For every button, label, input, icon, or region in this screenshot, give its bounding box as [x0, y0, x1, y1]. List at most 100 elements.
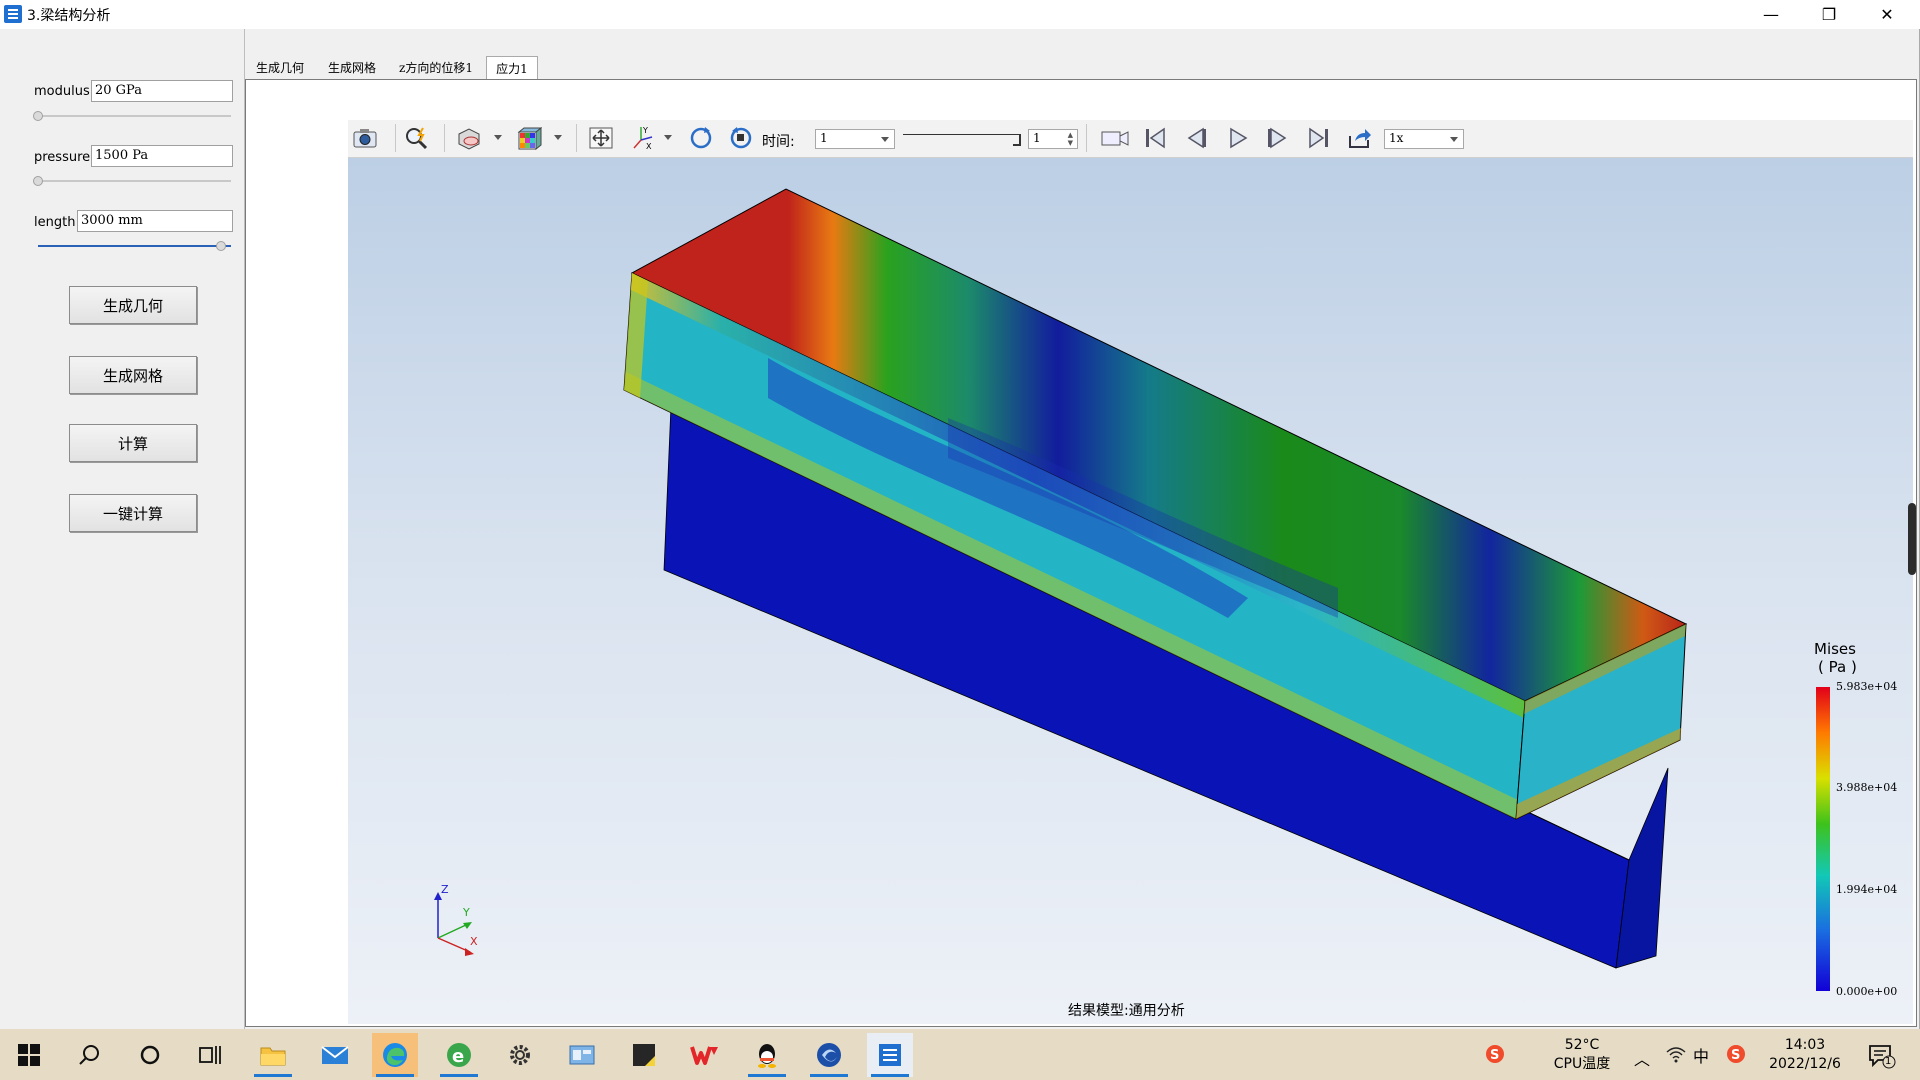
- search-icon[interactable]: [66, 1033, 112, 1077]
- compute-button[interactable]: 计算: [69, 424, 197, 462]
- legend-tick: 3.988e+04: [1836, 781, 1898, 794]
- edge-icon[interactable]: [372, 1033, 418, 1077]
- legend-colorbar: [1816, 687, 1830, 991]
- pressure-label: pressure: [34, 150, 91, 165]
- speed-select-value: 1x: [1389, 131, 1404, 145]
- fit-view-icon[interactable]: [588, 125, 614, 151]
- modulus-field[interactable]: 20 GPa: [91, 80, 233, 102]
- toolbar-separator: [1086, 124, 1087, 152]
- previous-frame-icon[interactable]: [1183, 125, 1209, 151]
- time-slider-handle[interactable]: [1013, 134, 1021, 146]
- beam-model[interactable]: [348, 158, 1913, 1024]
- y-axis-label: Y: [463, 906, 470, 919]
- cortana-icon[interactable]: [127, 1033, 173, 1077]
- generate-mesh-button[interactable]: 生成网格: [69, 356, 197, 394]
- length-slider[interactable]: [38, 245, 231, 247]
- pressure-field[interactable]: 1500 Pa: [91, 145, 233, 167]
- frame-spinbox[interactable]: 1 ▲ ▼: [1028, 129, 1078, 149]
- tab-mesh[interactable]: 生成网格: [324, 56, 380, 78]
- one-click-compute-button[interactable]: 一键计算: [69, 494, 197, 532]
- parameter-panel: modulus 20 GPa pressure 1500 Pa length 3…: [0, 29, 245, 1029]
- modulus-slider-thumb[interactable]: [33, 111, 43, 121]
- chevron-down-icon[interactable]: [494, 135, 502, 140]
- close-button[interactable]: ✕: [1864, 0, 1910, 29]
- generate-geometry-button[interactable]: 生成几何: [69, 286, 197, 324]
- title-bar: 3.梁结构分析 — ❐ ✕: [0, 0, 1920, 30]
- axis-view-icon[interactable]: YX: [630, 125, 656, 151]
- first-frame-icon[interactable]: [1142, 125, 1168, 151]
- color-cube-icon[interactable]: [516, 125, 542, 151]
- rotate-ccw-icon[interactable]: [728, 125, 754, 151]
- toolbar-separator: [395, 124, 396, 152]
- camera-icon[interactable]: [352, 125, 378, 151]
- control-panel-icon[interactable]: [559, 1033, 605, 1077]
- legend-tick: 0.000e+00: [1836, 985, 1898, 998]
- pressure-slider-thumb[interactable]: [33, 176, 43, 186]
- export-icon[interactable]: [1347, 125, 1373, 151]
- ime-indicator[interactable]: 中: [1693, 1043, 1709, 1067]
- chevron-down-icon: [1450, 137, 1458, 142]
- rotate-cw-icon[interactable]: [688, 125, 714, 151]
- pressure-slider[interactable]: [38, 180, 231, 182]
- svg-text:S: S: [1490, 1048, 1499, 1063]
- swirl-app-icon[interactable]: [806, 1033, 852, 1077]
- tab-z-displacement[interactable]: z方向的位移1: [398, 56, 474, 78]
- legend-tick: 1.994e+04: [1836, 883, 1898, 896]
- view-toolbar: [348, 120, 1913, 158]
- speed-select[interactable]: 1x: [1384, 129, 1464, 149]
- beam-analysis-app-icon[interactable]: [867, 1033, 913, 1077]
- chevron-up-icon[interactable]: ︿: [1634, 1046, 1650, 1070]
- sticky-notes-icon[interactable]: [621, 1033, 667, 1077]
- scrollbar-thumb[interactable]: [1908, 503, 1916, 575]
- settings-gear-icon[interactable]: [497, 1033, 543, 1077]
- wifi-icon[interactable]: [1665, 1044, 1687, 1068]
- chevron-down-icon: [881, 137, 889, 142]
- app-icon: [4, 5, 22, 23]
- qq-icon[interactable]: [744, 1033, 790, 1077]
- running-indicator: [871, 1074, 909, 1077]
- sogou-icon[interactable]: S: [1484, 1043, 1506, 1069]
- cpu-temp[interactable]: 52°C CPU温度: [1540, 1036, 1624, 1074]
- clock[interactable]: 14:03 2022/12/6: [1760, 1036, 1850, 1074]
- play-icon[interactable]: [1225, 125, 1251, 151]
- time-select-value: 1: [820, 131, 828, 145]
- chevron-down-icon[interactable]: [554, 135, 562, 140]
- legend-unit: ( Pa ): [1818, 658, 1857, 676]
- length-field[interactable]: 3000 mm: [77, 210, 233, 232]
- task-view-icon[interactable]: [187, 1033, 233, 1077]
- cpu-temp-value: 52°C: [1564, 1037, 1600, 1053]
- modulus-label: modulus: [34, 84, 90, 99]
- toolbar-separator: [444, 124, 445, 152]
- legend-title: Mises: [1814, 640, 1856, 658]
- sogou-tray-icon[interactable]: S: [1725, 1043, 1747, 1069]
- tab-geometry[interactable]: 生成几何: [252, 56, 308, 78]
- time-select[interactable]: 1: [815, 129, 895, 149]
- file-explorer-icon[interactable]: [250, 1033, 296, 1077]
- display-mode-icon[interactable]: [456, 125, 482, 151]
- time-label: 时间:: [762, 134, 795, 150]
- svg-text:S: S: [1731, 1048, 1740, 1063]
- time-slider[interactable]: [903, 134, 1021, 135]
- start-button[interactable]: [6, 1033, 52, 1077]
- x-axis-label: X: [470, 935, 478, 948]
- cpu-temp-label: CPU温度: [1553, 1056, 1611, 1072]
- zoom-probe-icon[interactable]: [404, 125, 430, 151]
- browser-e-icon[interactable]: e: [436, 1033, 482, 1077]
- z-axis-label: Z: [441, 883, 449, 896]
- chevron-down-icon[interactable]: [664, 135, 672, 140]
- next-frame-icon[interactable]: [1265, 125, 1291, 151]
- running-indicator: [810, 1074, 848, 1077]
- restore-button[interactable]: ❐: [1806, 0, 1852, 29]
- modulus-slider[interactable]: [38, 115, 231, 117]
- length-slider-thumb[interactable]: [216, 241, 226, 251]
- spin-arrows-icon[interactable]: ▲ ▼: [1068, 131, 1073, 147]
- tab-stress[interactable]: 应力1: [486, 56, 538, 79]
- wps-icon[interactable]: [682, 1033, 728, 1077]
- mail-icon[interactable]: [312, 1033, 358, 1077]
- notification-icon[interactable]: [1868, 1043, 1896, 1073]
- svg-text:e: e: [452, 1046, 464, 1067]
- minimize-button[interactable]: —: [1748, 0, 1794, 29]
- last-frame-icon[interactable]: [1306, 125, 1332, 151]
- clock-time: 14:03: [1784, 1037, 1826, 1053]
- record-video-icon[interactable]: [1100, 125, 1130, 151]
